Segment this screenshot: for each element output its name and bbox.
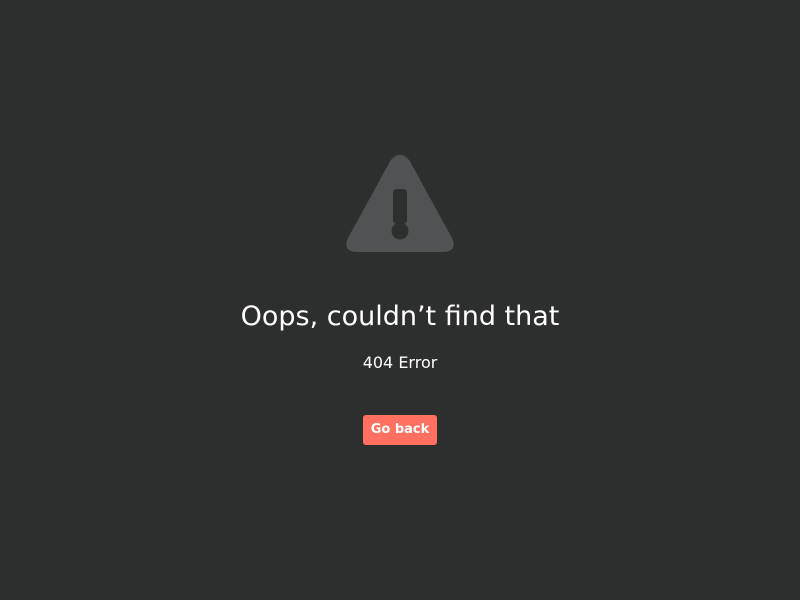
error-code: 404 Error [362,353,438,372]
error-page: Oops, couldn’t find that 404 Error Go ba… [0,0,800,600]
go-back-button[interactable]: Go back [363,415,437,445]
page-title: Oops, couldn’t find that [240,301,560,332]
warning-triangle-icon [344,154,456,254]
